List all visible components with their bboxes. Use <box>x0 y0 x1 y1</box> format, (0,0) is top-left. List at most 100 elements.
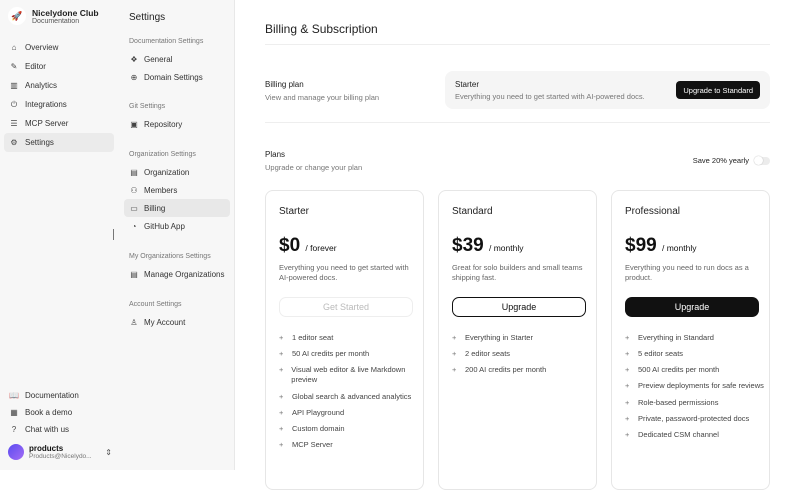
nav-item-overview[interactable]: ⌂ Overview <box>4 38 114 57</box>
plan-description: Everything you need to run docs as a pro… <box>625 263 749 283</box>
settings-item-github-app[interactable]: ◔ GitHub App <box>124 217 230 235</box>
feature-text: MCP Server <box>292 439 333 449</box>
feature-item: + Dedicated CSM channel <box>625 430 765 440</box>
plan-button-starter: Get Started <box>279 297 413 317</box>
plan-button-professional[interactable]: Upgrade <box>625 297 759 317</box>
feature-text: Preview deployments for safe reviews <box>638 381 764 391</box>
user-name: products <box>29 444 64 453</box>
nav-item-label: Settings <box>25 138 54 147</box>
feature-text: Everything in Starter <box>465 333 533 342</box>
save-yearly-label: Save 20% yearly <box>692 156 749 165</box>
user-menu[interactable]: products Products@Nicelydo... ⇕ <box>8 444 112 460</box>
settings-item-manage-organizations[interactable]: ▤ Manage Organizations <box>124 265 230 283</box>
settings-item-billing[interactable]: ▭ Billing <box>124 199 230 217</box>
settings-item-label: Repository <box>144 119 183 129</box>
rocket-logo-icon: 🚀 <box>8 7 26 25</box>
feature-text: 5 editor seats <box>638 349 684 359</box>
resize-handle[interactable] <box>113 229 114 240</box>
nav-item-editor[interactable]: ✎ Editor <box>4 57 114 76</box>
feature-text: Role-based permissions <box>638 397 719 407</box>
nav-item-integrations[interactable]: ⏻ Integrations <box>4 95 114 114</box>
plus-icon: + <box>279 423 284 433</box>
feature-item: +500 AI credits per month <box>625 365 765 375</box>
workspace-name: Nicelydone Club <box>32 7 99 18</box>
settings-item-label: Billing <box>144 203 166 213</box>
divider <box>265 44 770 45</box>
current-plan-box: Starter Everything you need to get start… <box>445 71 770 109</box>
feature-text: Everything in Standard <box>638 333 714 342</box>
feature-text: 1 editor seat <box>292 333 334 342</box>
nav-item-label: Integrations <box>25 100 67 109</box>
feature-text: Visual web editor & live Markdown previe… <box>291 365 406 385</box>
plan-card-standard: Standard $39 / monthly Great for solo buil… <box>438 190 597 490</box>
settings-item-repository[interactable]: ▣ Repository <box>124 115 230 133</box>
members-icon: ⚇ <box>130 185 138 195</box>
plan-price: $39 / monthly <box>452 235 523 257</box>
feature-text: 200 AI credits per month <box>465 365 547 375</box>
settings-item-my-account[interactable]: ♙ My Account <box>124 313 230 331</box>
footer-link-label: Documentation <box>25 391 79 400</box>
plan-card-starter: Starter $0 / forever Everything you need t… <box>265 190 424 490</box>
plus-icon: + <box>279 391 284 401</box>
plan-card-professional: Professional $99 / monthly Everything you … <box>611 190 770 490</box>
settings-item-label: Manage Organizations <box>144 269 225 279</box>
plan-description: Everything you need to get started with … <box>279 263 409 283</box>
settings-item-members[interactable]: ⚇ Members <box>124 181 230 199</box>
settings-item-label: Organization <box>144 167 190 177</box>
workspace-sub: Documentation <box>32 17 80 25</box>
feature-item: + Visual web editor & live Markdown previ… <box>279 365 419 385</box>
chevron-up-down-icon: ⇕ <box>105 447 112 457</box>
save-yearly-toggle[interactable] <box>754 155 770 165</box>
repository-icon: ▣ <box>130 119 138 129</box>
settings-item-general[interactable]: ❖ General <box>124 50 230 68</box>
feature-item: +50 AI credits per month <box>279 349 419 359</box>
billing-icon: ▭ <box>130 203 138 213</box>
book-a-demo-icon: ▦ <box>10 408 18 417</box>
plans-sub: Upgrade or change your plan <box>265 163 363 172</box>
feature-list: + Everything in Starter +2 editor seats +20… <box>452 333 592 381</box>
plus-icon: + <box>625 429 630 439</box>
plan-price: $0 / forever <box>279 235 337 257</box>
feature-text: API Playground <box>292 407 345 417</box>
settings-section-git-settings: Git Settings ▣ Repository <box>124 103 230 133</box>
footer-link-book-a-demo[interactable]: ▦ Book a demo <box>4 404 114 421</box>
footer-link-chat-with-us[interactable]: ? Chat with us <box>4 421 114 438</box>
feature-list: + Everything in Standard +5 editor seats +5… <box>625 333 765 446</box>
nav-item-label: MCP Server <box>25 119 69 128</box>
main-nav: ⌂ Overview ✎ Editor ▥ Analytics ⏻ Integrations ☰… <box>4 38 114 152</box>
footer-link-label: Book a demo <box>25 408 73 417</box>
feature-text: 2 editor seats <box>465 349 511 359</box>
plus-icon: + <box>625 365 630 375</box>
feature-item: + Role-based permissions <box>625 398 765 408</box>
nav-item-analytics[interactable]: ▥ Analytics <box>4 76 114 95</box>
save-yearly: Save 20% yearly <box>692 155 770 165</box>
divider <box>265 122 770 123</box>
plus-icon: + <box>452 365 457 375</box>
plus-icon: + <box>625 333 630 342</box>
settings-item-organization[interactable]: ▤ Organization <box>124 163 230 181</box>
settings-section-organization-settings: Organization Settings ▤ Organization ⚇ Membe… <box>124 151 230 235</box>
settings-section-label: Organization Settings <box>129 151 196 158</box>
chat-with-us-icon: ? <box>11 425 17 434</box>
integrations-icon: ⏻ <box>10 99 18 109</box>
feature-text: 500 AI credits per month <box>638 365 720 375</box>
plus-icon: + <box>625 413 630 423</box>
settings-item-label: GitHub App <box>144 221 185 231</box>
nav-item-mcp-server[interactable]: ☰ MCP Server <box>4 114 114 133</box>
plan-button-standard[interactable]: Upgrade <box>452 297 586 317</box>
price-amount: $0 <box>279 235 301 256</box>
upgrade-to-standard-button[interactable]: Upgrade to Standard <box>676 81 760 99</box>
workspace-switcher[interactable]: 🚀 Nicelydone Club Documentation <box>8 7 99 25</box>
settings-item-domain-settings[interactable]: ⊕ Domain Settings <box>124 68 230 86</box>
footer-link-documentation[interactable]: 📖 Documentation <box>4 387 114 404</box>
feature-item: + MCP Server <box>279 440 419 450</box>
plus-icon: + <box>279 365 284 375</box>
settings-section-documentation-settings: Documentation Settings ❖ General ⊕ Domain Se… <box>124 38 230 86</box>
plus-icon: + <box>452 333 457 342</box>
settings-item-label: Domain Settings <box>144 72 203 82</box>
billing-plan-label: Billing plan <box>265 80 304 89</box>
nav-item-settings[interactable]: ⚙ Settings <box>4 133 114 152</box>
price-amount: $99 <box>625 235 657 256</box>
avatar <box>8 444 24 460</box>
settings-panel: Settings Documentation Settings ❖ General ⊕… <box>118 0 235 470</box>
